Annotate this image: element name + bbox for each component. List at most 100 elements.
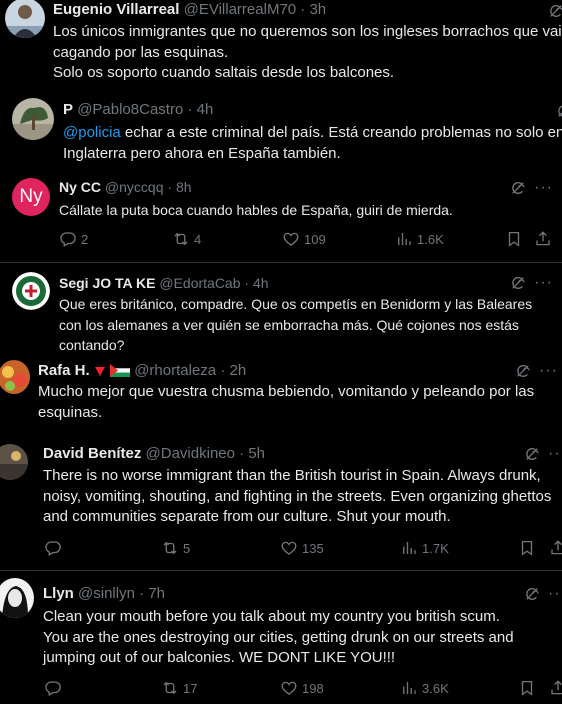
author-name[interactable]: Segi JO TA KE xyxy=(59,275,155,291)
share-button[interactable] xyxy=(549,539,562,557)
repost-count: 5 xyxy=(183,540,191,556)
grok-icon[interactable] xyxy=(548,3,562,19)
like-count: 109 xyxy=(304,231,326,247)
reply-button[interactable] xyxy=(44,679,66,697)
like-button[interactable]: 198 xyxy=(280,679,324,697)
avatar[interactable] xyxy=(0,444,28,480)
tweet-text-rest: echar a este criminal del país. Está cre… xyxy=(63,124,562,162)
author-handle[interactable]: @EdortaCab xyxy=(159,275,240,291)
grok-icon[interactable] xyxy=(524,446,540,462)
timestamp[interactable]: 4h xyxy=(197,101,214,118)
like-count: 198 xyxy=(302,680,324,696)
tweet-header: Segi JO TA KE @EdortaCab · 4h xyxy=(59,273,269,293)
views-button[interactable]: 1.6K xyxy=(395,230,444,248)
tweet-nycc[interactable]: Ny Ny CC @nyccqq · 8h ··· Cállate la put… xyxy=(0,174,562,260)
author-name[interactable]: P xyxy=(63,101,73,118)
views-button[interactable]: 3.6K xyxy=(400,679,449,697)
views-icon xyxy=(400,679,418,697)
reply-button[interactable] xyxy=(44,539,66,557)
avatar[interactable] xyxy=(0,360,30,394)
tweet-pablo[interactable]: P @Pablo8Castro · 4h @policia echar a es… xyxy=(0,96,562,174)
repost-count: 4 xyxy=(194,231,202,247)
more-options-icon[interactable]: ··· xyxy=(534,180,553,196)
bookmark-button[interactable] xyxy=(518,679,536,697)
repost-icon xyxy=(161,539,179,557)
author-handle[interactable]: @sinllyn xyxy=(78,585,135,602)
timestamp[interactable]: 7h xyxy=(148,585,165,602)
tweet-header: Llyn @sinllyn · 7h xyxy=(43,584,165,604)
tweet-header: Rafa H. @rhortaleza · 2h xyxy=(38,361,246,381)
bookmark-button[interactable] xyxy=(505,230,523,248)
author-name[interactable]: Llyn xyxy=(43,585,74,602)
author-handle[interactable]: @Pablo8Castro xyxy=(77,101,183,118)
tweet-llyn[interactable]: Llyn @sinllyn · 7h ··· Clean your mouth … xyxy=(0,572,562,704)
views-icon xyxy=(395,230,413,248)
grok-icon[interactable] xyxy=(510,180,526,196)
author-name[interactable]: David Benítez xyxy=(43,445,141,462)
views-count: 1.7K xyxy=(422,540,449,556)
repost-count: 17 xyxy=(183,680,198,696)
bookmark-icon xyxy=(505,230,523,248)
views-button[interactable]: 1.7K xyxy=(400,539,449,557)
bookmark-icon xyxy=(518,539,536,557)
tweet-text: There is no worse immigrant than the Bri… xyxy=(43,467,552,525)
tweet-rafa[interactable]: Rafa H. @rhortaleza · 2h ··· Mucho mejor… xyxy=(0,352,562,438)
avatar[interactable] xyxy=(5,0,45,38)
avatar[interactable] xyxy=(12,98,54,140)
grok-icon[interactable] xyxy=(515,363,531,379)
grok-icon[interactable] xyxy=(556,103,562,119)
repost-button[interactable]: 4 xyxy=(172,230,201,248)
author-handle[interactable]: @rhortaleza xyxy=(134,362,216,379)
grok-icon[interactable] xyxy=(524,586,540,602)
more-options-icon[interactable]: ··· xyxy=(534,275,553,291)
like-button[interactable]: 135 xyxy=(280,539,324,557)
like-icon xyxy=(280,679,298,697)
author-handle[interactable]: @Davidkineo xyxy=(146,445,235,462)
separator-dot: · xyxy=(244,275,250,291)
more-options-icon[interactable]: ··· xyxy=(548,586,562,602)
grok-icon[interactable] xyxy=(510,275,526,291)
tweet-segi[interactable]: Segi JO TA KE @EdortaCab · 4h ··· Que er… xyxy=(0,264,562,352)
mention-link[interactable]: @policia xyxy=(63,124,121,141)
tweet-eugenio[interactable]: Eugenio Villarreal @EVillarrealM70 · 3h … xyxy=(0,0,562,96)
tweet-text: Clean your mouth before you talk about m… xyxy=(43,608,514,666)
like-button[interactable]: 109 xyxy=(282,230,326,248)
more-options-icon[interactable]: ··· xyxy=(539,363,558,379)
tweet-header: P @Pablo8Castro · 4h xyxy=(63,100,213,120)
tweet-text: Cállate la puta boca cuando hables de Es… xyxy=(59,202,453,218)
avatar[interactable]: Ny xyxy=(12,178,50,216)
more-options-icon[interactable]: ··· xyxy=(548,446,562,462)
avatar[interactable] xyxy=(12,272,50,310)
author-name[interactable]: Rafa H. xyxy=(38,362,90,379)
bookmark-button[interactable] xyxy=(518,539,536,557)
author-handle[interactable]: @nyccqq xyxy=(105,179,164,195)
reply-icon xyxy=(44,539,62,557)
share-icon xyxy=(549,539,562,557)
timestamp[interactable]: 8h xyxy=(176,179,192,195)
reply-icon xyxy=(44,679,62,697)
tweet-text: Mucho mejor que vuestra chusma bebiendo,… xyxy=(38,383,535,421)
reply-icon xyxy=(59,230,77,248)
share-button[interactable] xyxy=(549,679,562,697)
action-bar: 2 4 109 1.6K xyxy=(59,230,559,250)
timestamp[interactable]: 4h xyxy=(253,275,269,291)
views-count: 1.6K xyxy=(417,231,444,247)
repost-button[interactable]: 5 xyxy=(161,539,190,557)
author-name[interactable]: Ny CC xyxy=(59,179,101,195)
bookmark-icon xyxy=(518,679,536,697)
author-name[interactable]: Eugenio Villarreal xyxy=(53,1,179,18)
repost-button[interactable]: 17 xyxy=(161,679,197,697)
tweet-david[interactable]: David Benítez @Davidkineo · 5h ··· There… xyxy=(0,438,562,568)
timestamp[interactable]: 5h xyxy=(248,445,265,462)
avatar-photo-icon xyxy=(5,0,45,38)
avatar[interactable] xyxy=(0,578,34,618)
author-handle[interactable]: @EVillarrealM70 xyxy=(184,1,297,18)
reply-button[interactable]: 2 xyxy=(59,230,88,248)
separator-dot: · xyxy=(139,585,145,602)
timestamp[interactable]: 2h xyxy=(229,362,246,379)
views-count: 3.6K xyxy=(422,680,449,696)
timestamp[interactable]: 3h xyxy=(309,1,326,18)
tweet-text: Los únicos inmigrantes que no queremos s… xyxy=(53,23,562,81)
share-button[interactable] xyxy=(534,230,552,248)
share-icon xyxy=(549,679,562,697)
